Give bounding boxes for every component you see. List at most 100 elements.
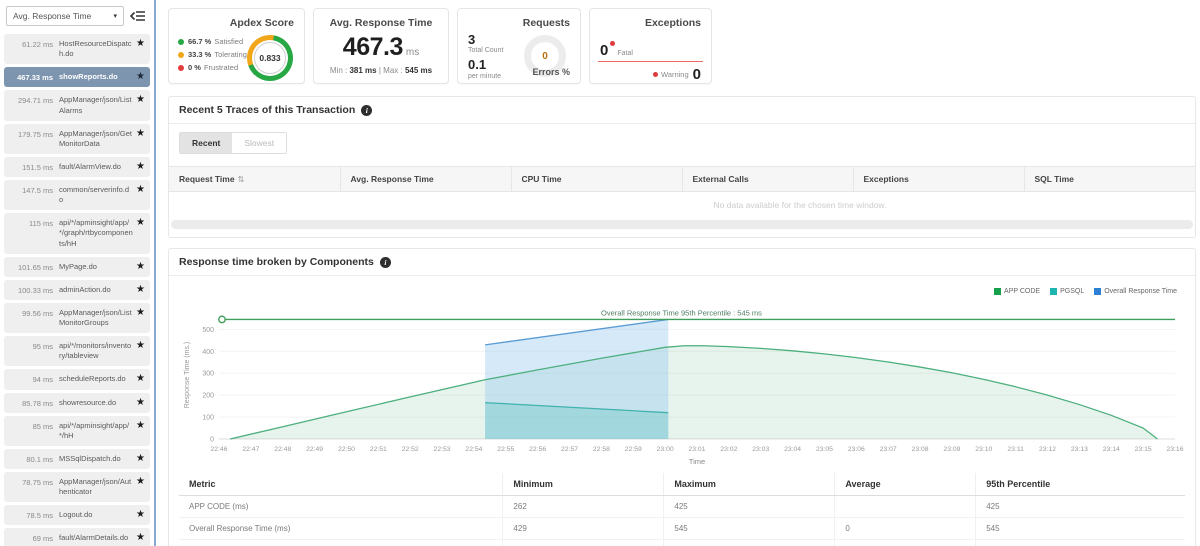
metric-column-header: Minimum bbox=[503, 473, 664, 496]
transaction-list-item[interactable]: 100.33 msadminAction.do★ bbox=[4, 280, 150, 300]
sort-metric-dropdown[interactable]: Avg. Response Time ▾ bbox=[6, 6, 124, 26]
chart-legend: APP CODEPGSQLOverall Response Time bbox=[179, 280, 1185, 297]
apdex-legend-pct: 0 % bbox=[188, 63, 201, 72]
transaction-list-item[interactable]: 294.71 msAppManager/json/ListAlarms★ bbox=[4, 90, 150, 120]
series-area-app-code bbox=[230, 346, 1157, 439]
transaction-list-item[interactable]: 80.1 msMSSqlDispatch.do★ bbox=[4, 449, 150, 469]
transaction-list-item[interactable]: 101.65 msMyPage.do★ bbox=[4, 257, 150, 277]
favorite-star-icon[interactable]: ★ bbox=[133, 454, 145, 464]
collapse-sidebar-icon[interactable] bbox=[128, 7, 148, 25]
traces-column-header[interactable]: SQL Time bbox=[1024, 167, 1195, 192]
traces-column-header[interactable]: Request Time⇅ bbox=[169, 167, 340, 192]
favorite-star-icon[interactable]: ★ bbox=[133, 185, 145, 195]
transaction-list-item[interactable]: 69 msfault/AlarmDetails.do★ bbox=[4, 528, 150, 546]
transaction-time: 147.5 ms bbox=[8, 185, 53, 195]
metric-table-row: PGSQL (ms)120166.5166.5 bbox=[179, 540, 1185, 546]
y-axis-tick: 400 bbox=[202, 349, 214, 356]
legend-swatch-icon bbox=[1050, 288, 1057, 295]
transaction-time: 61.22 ms bbox=[8, 39, 53, 49]
x-axis-tick: 23:15 bbox=[1135, 446, 1152, 453]
x-axis-tick: 23:14 bbox=[1103, 446, 1120, 453]
chart-legend-item: APP CODE bbox=[994, 288, 1040, 295]
max-value: 545 ms bbox=[405, 66, 432, 75]
favorite-star-icon[interactable]: ★ bbox=[133, 308, 145, 318]
apdex-legend-pct: 66.7 % bbox=[188, 37, 211, 46]
favorite-star-icon[interactable]: ★ bbox=[133, 262, 145, 272]
favorite-star-icon[interactable]: ★ bbox=[133, 72, 145, 82]
metric-column-header: Average bbox=[835, 473, 976, 496]
transaction-list-item[interactable]: 467.33 msshowReports.do★ bbox=[4, 67, 150, 87]
favorite-star-icon[interactable]: ★ bbox=[133, 341, 145, 351]
info-icon[interactable]: i bbox=[380, 257, 391, 268]
traces-column-header[interactable]: Exceptions bbox=[853, 167, 1024, 192]
apdex-legend: 66.7 %Satisfied33.3 %Tolerating0 %Frustr… bbox=[178, 37, 247, 72]
transaction-list-item[interactable]: 95 msapi/*/monitors/inventory/tableview★ bbox=[4, 336, 150, 366]
transaction-list-item[interactable]: 85.78 msshowresource.do★ bbox=[4, 393, 150, 413]
transaction-list-item[interactable]: 78.5 msLogout.do★ bbox=[4, 505, 150, 525]
horizontal-scrollbar[interactable] bbox=[171, 220, 1193, 229]
min-value: 381 ms bbox=[349, 66, 376, 75]
favorite-star-icon[interactable]: ★ bbox=[133, 39, 145, 49]
traces-column-header[interactable]: CPU Time bbox=[511, 167, 682, 192]
legend-dot-icon bbox=[178, 52, 184, 58]
minmax-separator: | bbox=[379, 66, 381, 75]
favorite-star-icon[interactable]: ★ bbox=[133, 374, 145, 384]
favorite-star-icon[interactable]: ★ bbox=[133, 477, 145, 487]
transaction-list-item[interactable]: 94 msscheduleReports.do★ bbox=[4, 369, 150, 389]
transaction-list-item[interactable]: 78.75 msAppManager/json/Authenticator★ bbox=[4, 472, 150, 502]
favorite-star-icon[interactable]: ★ bbox=[133, 285, 145, 295]
favorite-star-icon[interactable]: ★ bbox=[133, 510, 145, 520]
x-axis-tick: 23:10 bbox=[975, 446, 992, 453]
requests-total: 3 bbox=[468, 33, 503, 47]
transaction-list-item[interactable]: 99.56 msAppManager/json/ListMonitorGroup… bbox=[4, 303, 150, 333]
transaction-list-item[interactable]: 179.75 msAppManager/json/GetMonitorData★ bbox=[4, 124, 150, 154]
x-axis-tick: 23:02 bbox=[720, 446, 737, 453]
transaction-list-item[interactable]: 61.22 msHostResourceDispatch.do★ bbox=[4, 34, 150, 64]
transaction-name: fault/AlarmDetails.do bbox=[59, 533, 133, 543]
metric-cell: 166.5 bbox=[976, 540, 1185, 546]
traces-column-header[interactable]: Avg. Response Time bbox=[340, 167, 511, 192]
tab-slowest[interactable]: Slowest bbox=[232, 133, 286, 153]
favorite-star-icon[interactable]: ★ bbox=[133, 218, 145, 228]
legend-swatch-icon bbox=[994, 288, 1001, 295]
metric-cell: 425 bbox=[664, 496, 835, 518]
apm-transaction-page: Avg. Response Time ▾ 61.22 msHostResourc… bbox=[0, 0, 1200, 546]
metric-table-row: APP CODE (ms)262425425 bbox=[179, 496, 1185, 518]
info-icon[interactable]: i bbox=[361, 105, 372, 116]
transaction-list-item[interactable]: 147.5 mscommon/serverinfo.do★ bbox=[4, 180, 150, 210]
legend-swatch-icon bbox=[1094, 288, 1101, 295]
traces-column-header[interactable]: External Calls bbox=[682, 167, 853, 192]
transaction-time: 78.5 ms bbox=[8, 510, 53, 520]
x-axis-tick: 22:46 bbox=[210, 446, 227, 453]
favorite-star-icon[interactable]: ★ bbox=[133, 398, 145, 408]
legend-dot-icon bbox=[178, 65, 184, 71]
x-axis-tick: 22:52 bbox=[402, 446, 419, 453]
sort-icon[interactable]: ⇅ bbox=[238, 175, 245, 184]
apdex-score-card: Apdex Score 66.7 %Satisfied33.3 %Tolerat… bbox=[168, 8, 305, 84]
kpi-cards-row: Apdex Score 66.7 %Satisfied33.3 %Tolerat… bbox=[168, 8, 1196, 84]
metric-cell: 0 bbox=[835, 518, 976, 540]
metric-cell: 545 bbox=[664, 518, 835, 540]
fatal-exceptions: 0 Fatal bbox=[600, 41, 633, 58]
x-axis-tick: 22:51 bbox=[370, 446, 387, 453]
tab-recent[interactable]: Recent bbox=[180, 133, 232, 153]
traces-empty-message: No data available for the chosen time wi… bbox=[169, 192, 1195, 216]
transaction-name: showresource.do bbox=[59, 398, 133, 408]
favorite-star-icon[interactable]: ★ bbox=[133, 533, 145, 543]
x-axis-tick: 22:54 bbox=[465, 446, 482, 453]
transaction-name: AppManager/json/ListMonitorGroups bbox=[59, 308, 133, 328]
requests-rate: 0.1 bbox=[468, 58, 503, 72]
favorite-star-icon[interactable]: ★ bbox=[133, 162, 145, 172]
transaction-list-item[interactable]: 85 msapi/*/apminsight/app/*/hH★ bbox=[4, 416, 150, 446]
favorite-star-icon[interactable]: ★ bbox=[133, 421, 145, 431]
y-axis-tick: 200 bbox=[202, 393, 214, 400]
favorite-star-icon[interactable]: ★ bbox=[133, 129, 145, 139]
transaction-list-item[interactable]: 151.5 msfault/AlarmView.do★ bbox=[4, 157, 150, 177]
warning-exceptions: Warning 0 bbox=[653, 67, 701, 82]
x-axis-tick: 23:06 bbox=[848, 446, 865, 453]
exceptions-card-title: Exceptions bbox=[645, 17, 701, 29]
transaction-list-item[interactable]: 115 msapi/*/apminsight/app/*/graph/rtbyc… bbox=[4, 213, 150, 253]
avg-card-title: Avg. Response Time bbox=[314, 17, 448, 29]
metric-cell: 166.5 bbox=[664, 540, 835, 546]
favorite-star-icon[interactable]: ★ bbox=[133, 95, 145, 105]
